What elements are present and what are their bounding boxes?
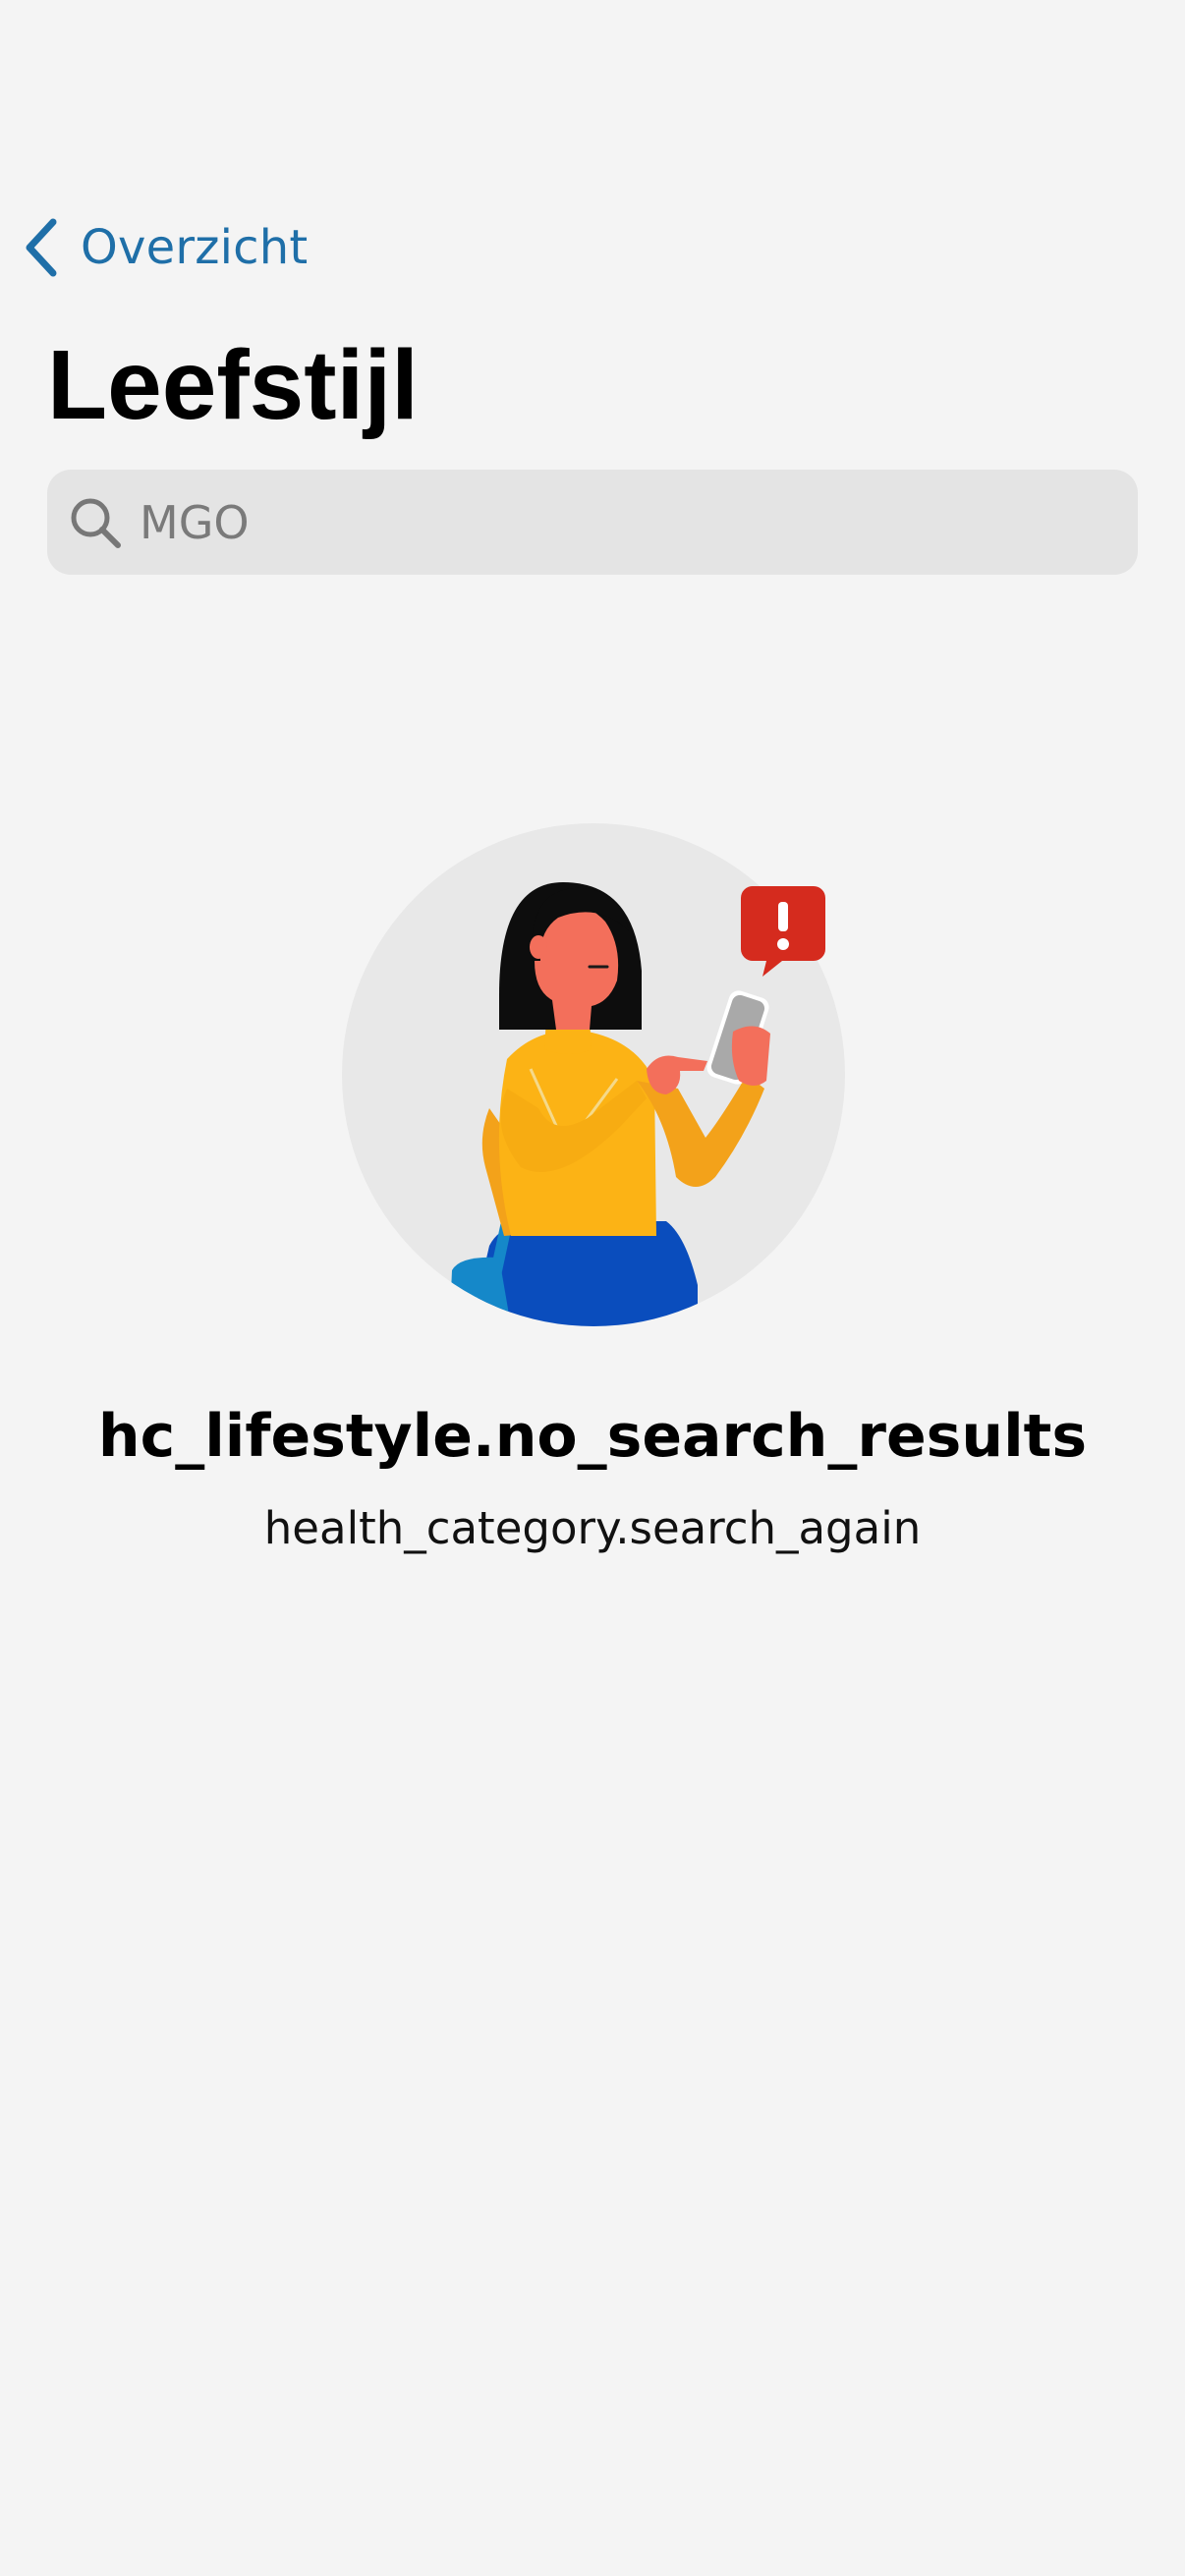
back-button[interactable]: Overzicht [20, 210, 308, 285]
empty-state-title: hc_lifestyle.no_search_results [97, 1402, 1088, 1471]
back-button-label: Overzicht [81, 220, 309, 275]
chevron-left-icon [26, 218, 57, 277]
empty-state-subtitle: health_category.search_again [263, 1502, 922, 1554]
search-icon [71, 498, 121, 548]
woman-with-phone-alert-illustration [342, 823, 845, 1326]
search-input[interactable] [140, 482, 1083, 562]
search-bar[interactable] [47, 470, 1138, 575]
page-title: Leefstijl [47, 330, 419, 440]
